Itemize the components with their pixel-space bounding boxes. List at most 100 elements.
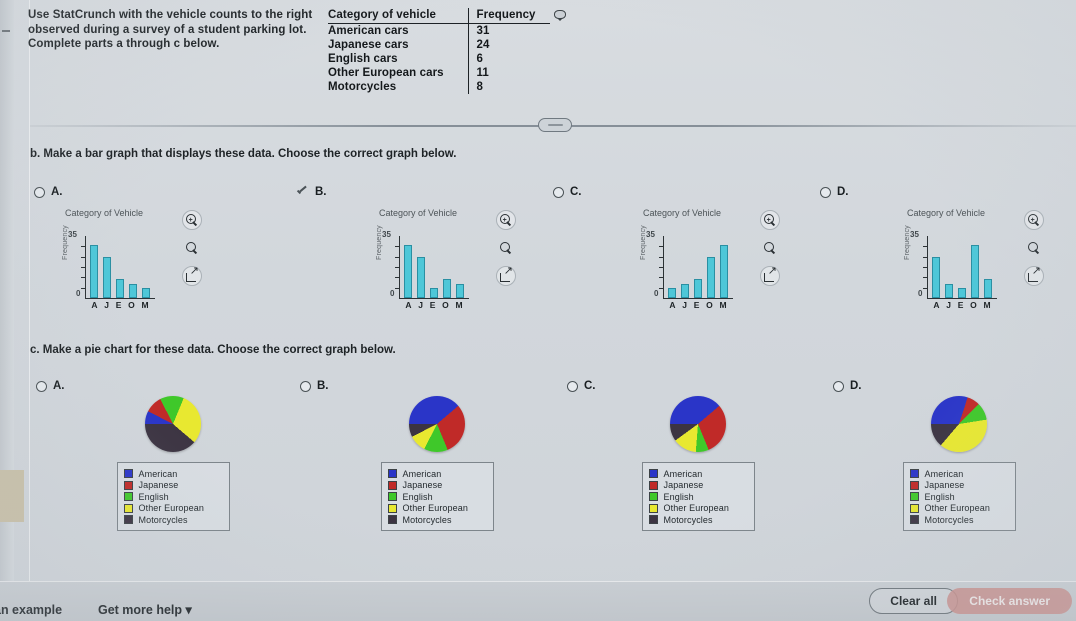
magnifier-icon[interactable] bbox=[760, 238, 780, 258]
x-tick-label: O bbox=[128, 300, 135, 310]
legend-label: Motorcycles bbox=[924, 514, 974, 525]
radio-icon-pie-d[interactable] bbox=[833, 380, 844, 392]
cell-frequency: 8 bbox=[467, 80, 550, 94]
chart-plot-area: Frequency 35 0 A J E O M bbox=[904, 225, 998, 310]
radio-icon-pie-a[interactable] bbox=[36, 380, 47, 392]
chart-tool-icons: + bbox=[1024, 210, 1044, 286]
bar-chart-option-c[interactable]: Category of Vehicle Frequency 35 0 A J E O M + bbox=[616, 208, 786, 323]
radio-option-pie-d[interactable]: D. bbox=[833, 380, 862, 392]
y-axis-tick bbox=[81, 246, 85, 248]
radio-icon-bar-a[interactable] bbox=[34, 186, 45, 198]
checkmark-icon-bar-b[interactable] bbox=[296, 187, 309, 198]
content-left-seam bbox=[29, 0, 30, 595]
bar-E bbox=[429, 287, 438, 298]
cell-category: English cars bbox=[328, 53, 398, 65]
legend-label: Motorcycles bbox=[138, 514, 188, 525]
x-axis-line bbox=[399, 298, 469, 300]
y-axis-tick bbox=[659, 277, 663, 279]
y-axis-tick-zero: 0 bbox=[76, 289, 81, 298]
check-answer-button[interactable]: Check answer bbox=[947, 588, 1072, 614]
y-axis-tick bbox=[659, 267, 663, 268]
legend-swatch-icon bbox=[909, 469, 919, 478]
legend-swatch-icon bbox=[387, 469, 397, 478]
magnifier-plus-icon[interactable]: + bbox=[760, 210, 780, 230]
x-tick-label: E bbox=[429, 300, 436, 310]
legend-item: Motorcycles bbox=[648, 515, 748, 525]
y-axis-line bbox=[663, 236, 665, 298]
pie-chart-option-d[interactable]: American Japanese English Other European Mot… bbox=[874, 396, 1044, 531]
legend-label: English bbox=[402, 491, 433, 502]
column-header-frequency-label: Frequency bbox=[476, 9, 536, 21]
magnifier-plus-icon[interactable]: + bbox=[1024, 210, 1044, 230]
cell-category: American cars bbox=[328, 25, 409, 37]
radio-icon-pie-b[interactable] bbox=[300, 380, 311, 392]
legend-label: American bbox=[138, 468, 178, 479]
x-axis-line bbox=[85, 298, 155, 300]
legend-swatch-icon bbox=[648, 480, 658, 490]
radio-option-bar-b[interactable]: B. bbox=[296, 186, 327, 198]
magnifier-plus-icon[interactable]: + bbox=[182, 210, 202, 230]
chart-title: Category of Vehicle bbox=[378, 208, 458, 218]
bar-O bbox=[970, 244, 979, 298]
bar-chart-option-b[interactable]: Category of Vehicle Frequency 35 0 A J E O M + bbox=[352, 208, 522, 323]
bar-chart-option-d[interactable]: Category of Vehicle Frequency 35 0 A J E O M + bbox=[880, 208, 1050, 323]
radio-option-pie-c[interactable]: C. bbox=[567, 380, 596, 392]
x-tick-label: A bbox=[669, 300, 676, 310]
popout-icon[interactable] bbox=[1024, 266, 1044, 286]
pie-chart-option-c[interactable]: American Japanese English Other European Mot… bbox=[613, 396, 783, 531]
bar-chart-option-a[interactable]: Category of Vehicle Frequency 35 0 A J E O M + bbox=[38, 208, 208, 323]
pie-legend: American Japanese English Other European Mot… bbox=[902, 462, 1016, 531]
y-axis-tick bbox=[923, 256, 927, 258]
get-more-help-link[interactable]: Get more help ▾ bbox=[98, 602, 192, 617]
clear-all-button[interactable]: Clear all bbox=[869, 588, 958, 614]
pie-chart-option-a[interactable]: American Japanese English Other European Mot… bbox=[88, 396, 258, 531]
example-link[interactable]: an example bbox=[0, 603, 62, 617]
radio-option-bar-d[interactable]: D. bbox=[820, 186, 849, 198]
legend-item: English bbox=[387, 491, 487, 502]
y-axis-tick bbox=[81, 287, 85, 289]
legend-item: English bbox=[123, 492, 223, 502]
column-header-frequency: Frequency bbox=[467, 8, 566, 24]
legend-swatch-icon bbox=[123, 515, 133, 524]
legend-swatch-icon bbox=[909, 515, 919, 524]
magnifier-plus-icon[interactable]: + bbox=[496, 210, 516, 230]
magnifier-icon[interactable] bbox=[496, 238, 516, 258]
legend-swatch-icon bbox=[123, 469, 133, 478]
magnifier-icon[interactable] bbox=[182, 238, 202, 258]
legend-label: Japanese bbox=[924, 480, 965, 490]
radio-option-pie-a[interactable]: A. bbox=[36, 380, 65, 392]
radio-option-bar-a[interactable]: A. bbox=[34, 186, 63, 198]
x-axis-line bbox=[927, 298, 997, 300]
radio-option-bar-c[interactable]: C. bbox=[553, 186, 582, 198]
y-axis-tick bbox=[81, 277, 85, 279]
cell-category: Other European cars bbox=[328, 67, 444, 79]
table-row: Japanese cars 24 bbox=[328, 38, 550, 52]
legend-label: American bbox=[402, 468, 442, 479]
radio-icon-bar-d[interactable] bbox=[820, 186, 831, 198]
bar-series bbox=[88, 236, 152, 298]
cell-category: Motorcycles bbox=[328, 81, 397, 93]
chart-plot-area: Frequency 35 0 A J E O M bbox=[376, 225, 470, 310]
cell-frequency: 6 bbox=[467, 52, 550, 66]
radio-label-pie-c: C. bbox=[584, 380, 596, 392]
bar-A bbox=[668, 287, 677, 298]
x-tick-label: M bbox=[141, 300, 149, 310]
radio-option-pie-b[interactable]: B. bbox=[300, 380, 329, 392]
popout-icon[interactable] bbox=[182, 266, 202, 286]
radio-icon-bar-c[interactable] bbox=[553, 186, 564, 198]
popout-icon[interactable] bbox=[760, 266, 780, 286]
bar-J bbox=[417, 256, 426, 298]
x-tick-label: A bbox=[91, 300, 98, 310]
pie-chart-option-b[interactable]: American Japanese English Other European Mot… bbox=[352, 396, 522, 531]
popout-icon[interactable] bbox=[496, 266, 516, 286]
left-dash-marker bbox=[2, 30, 10, 32]
collapse-section-toggle[interactable] bbox=[538, 118, 572, 132]
magnifier-icon[interactable] bbox=[1024, 238, 1044, 258]
legend-item: Motorcycles bbox=[387, 515, 487, 525]
bar-J bbox=[681, 284, 690, 298]
bar-O bbox=[706, 256, 715, 298]
radio-icon-pie-c[interactable] bbox=[567, 380, 578, 392]
y-axis-tick bbox=[659, 256, 663, 258]
comment-icon[interactable] bbox=[554, 10, 566, 21]
legend-label: Other European bbox=[138, 503, 204, 513]
